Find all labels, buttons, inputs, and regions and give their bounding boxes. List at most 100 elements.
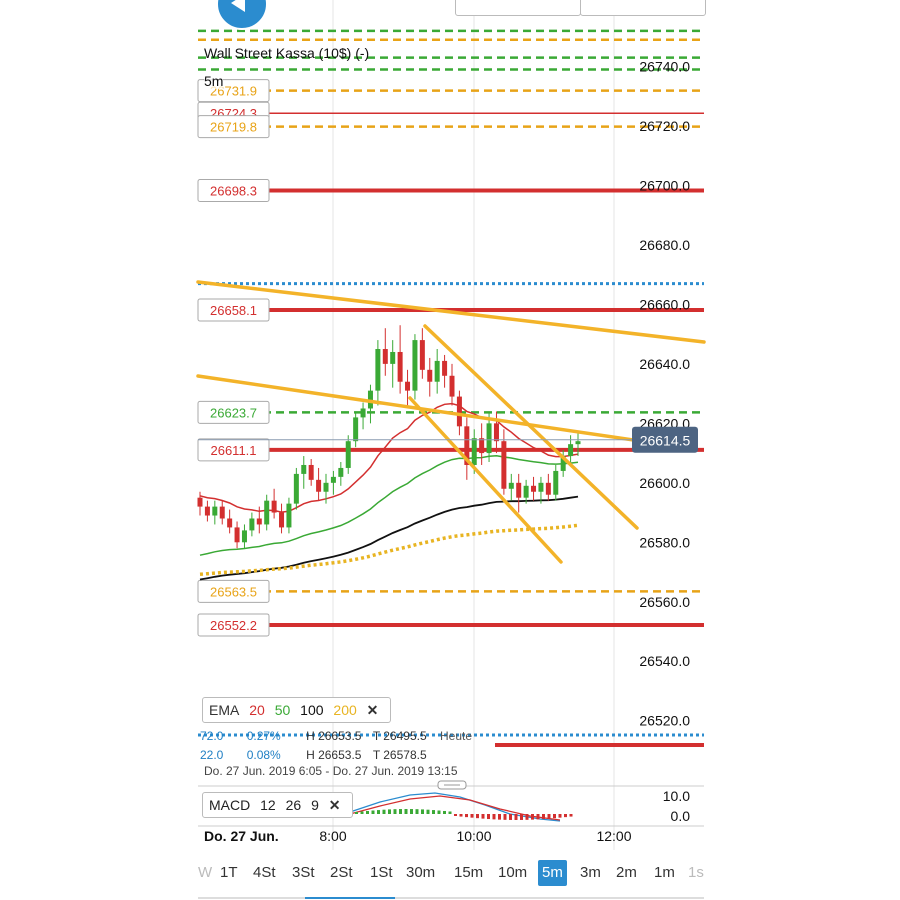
macd-histogram-bar (366, 810, 369, 814)
timeframe-3st[interactable]: 3St (292, 860, 315, 886)
top-control-right[interactable] (580, 0, 706, 16)
candle (412, 340, 418, 391)
candle (197, 497, 203, 507)
timeframe-1t[interactable]: 1T (220, 860, 238, 886)
candle (508, 482, 514, 489)
candle (227, 518, 233, 528)
candle (486, 423, 492, 454)
macd-histogram-bar (454, 814, 457, 816)
macd-histogram-bar (399, 809, 402, 814)
timeframe-1m[interactable]: 1m (654, 860, 675, 886)
macd-param-slow: 26 (285, 797, 302, 813)
candle (249, 518, 255, 531)
candle (271, 500, 277, 513)
candle (256, 518, 262, 525)
candle (338, 467, 344, 477)
macd-histogram-bar (536, 814, 540, 820)
macd-histogram-bar (553, 814, 556, 819)
timeframe-2m[interactable]: 2m (616, 860, 637, 886)
timeframe-2st[interactable]: 2St (330, 860, 353, 886)
top-control-left[interactable] (455, 0, 581, 16)
timeframe-1s[interactable]: 1s (688, 860, 704, 886)
macd-param-fast: 12 (260, 797, 276, 813)
ema-period-100: 100 (300, 702, 324, 718)
candle (531, 485, 537, 492)
ema-legend[interactable]: EMA 20 50 100 200 ✕ (202, 697, 392, 723)
candle (219, 506, 225, 519)
macd-param-signal: 9 (311, 797, 319, 813)
ema-line-200 (199, 523, 579, 577)
candle (308, 464, 314, 480)
timeframe-4st[interactable]: 4St (253, 860, 276, 886)
candle (434, 360, 440, 382)
candle (286, 503, 292, 528)
candle (397, 351, 403, 382)
candle (456, 396, 462, 427)
candle (538, 482, 544, 492)
macd-histogram-bar (481, 814, 485, 819)
info-period-label: Heute (439, 729, 473, 743)
close-icon[interactable]: ✕ (329, 797, 341, 813)
timeframe-1st[interactable]: 1St (370, 860, 393, 886)
current-price-label: 26614.5 (640, 433, 691, 449)
macd-histogram-bar (459, 814, 463, 817)
candle (323, 482, 329, 492)
candle (204, 506, 210, 516)
macd-histogram-bar (569, 814, 573, 817)
macd-histogram-bar (520, 814, 523, 820)
timeframe-30m[interactable]: 30m (406, 860, 435, 886)
macd-histogram-bar (377, 810, 380, 814)
candle (390, 351, 396, 364)
price-tick-label: 26520.0 (639, 713, 690, 729)
macd-histogram-bar (498, 814, 501, 820)
macd-histogram-bar (514, 814, 518, 820)
candle (575, 441, 581, 445)
timeframe-w[interactable]: W (198, 860, 212, 886)
level-label: 26611.1 (210, 443, 256, 458)
candle (330, 476, 336, 483)
macd-histogram-bar (487, 814, 490, 820)
macd-histogram-bar (509, 814, 512, 820)
candle (241, 530, 247, 543)
time-tick-label: 8:00 (319, 828, 346, 844)
macd-legend[interactable]: MACD 12 26 9 ✕ (202, 792, 354, 818)
timeframe-10m[interactable]: 10m (498, 860, 527, 886)
candle (501, 441, 507, 489)
macd-histogram-bar (492, 814, 496, 820)
candle (516, 482, 522, 498)
candle (293, 473, 299, 504)
close-icon[interactable]: ✕ (367, 702, 379, 718)
macd-histogram-bar (542, 814, 545, 820)
macd-histogram-bar (388, 809, 391, 814)
timeframe-5m[interactable]: 5m (538, 860, 567, 886)
ema-line-100 (199, 495, 579, 581)
trend-line[interactable] (423, 324, 639, 530)
candle (279, 512, 285, 528)
candle (493, 423, 499, 442)
info-change-pct: 0.27% (246, 729, 281, 743)
timeframe-15m[interactable]: 15m (454, 860, 483, 886)
macd-tick-label: 10.0 (663, 788, 690, 804)
macd-histogram-bar (558, 814, 562, 818)
macd-histogram-bar (382, 809, 386, 814)
trend-line[interactable] (408, 396, 563, 564)
macd-histogram-bar (371, 810, 375, 814)
macd-histogram-bar (525, 814, 529, 820)
price-tick-label: 26680.0 (639, 237, 690, 253)
info-high-2: H 26653.5 (306, 748, 362, 762)
timeframe-bar: W 1T 4St 3St 2St 1St 30m 15m 10m 5m 3m 2m 1m 1s (198, 860, 704, 888)
candle (449, 375, 455, 397)
level-label: 26552.2 (210, 618, 257, 633)
time-date-label: Do. 27 Jun. (204, 828, 279, 844)
ema-label: EMA (209, 702, 240, 718)
macd-histogram-bar (437, 810, 441, 814)
macd-histogram-bar (404, 809, 408, 814)
candle (316, 479, 322, 492)
macd-histogram-bar (547, 814, 551, 819)
candle (405, 381, 411, 391)
info-change-pct-2: 0.08% (246, 748, 281, 762)
interval-label: 5m (204, 73, 224, 89)
candle (212, 506, 218, 516)
macd-histogram-bar (443, 810, 446, 814)
timeframe-3m[interactable]: 3m (580, 860, 601, 886)
